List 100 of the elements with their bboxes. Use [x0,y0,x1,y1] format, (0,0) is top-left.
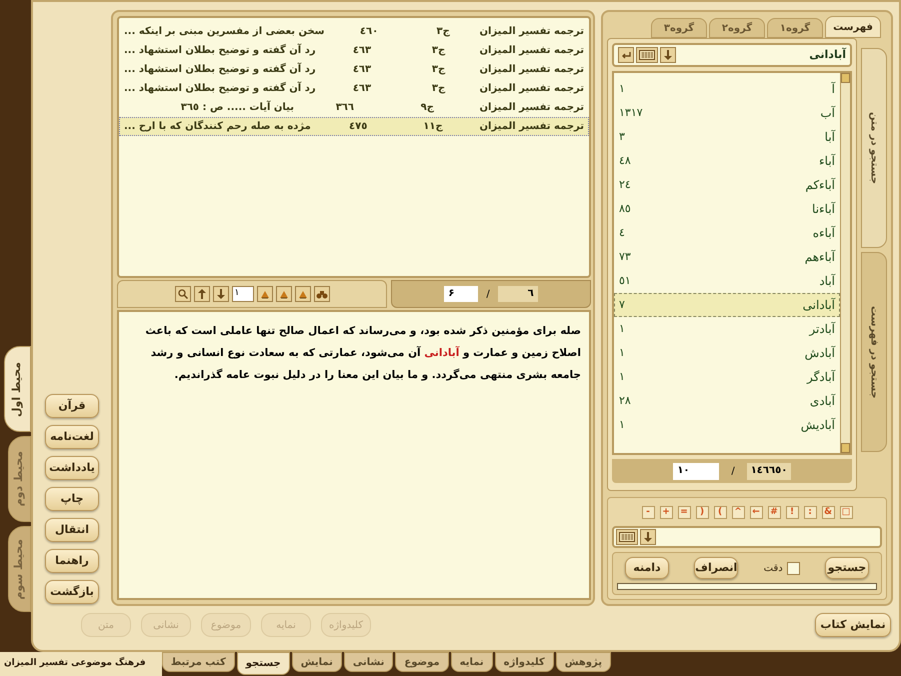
bottom-tab[interactable]: نشانی [344,652,394,672]
results-row[interactable]: ترجمه تفسیر المیزان ج٣ ٤٦٣ رد آن گفته و توضیح بطلان استشهاد ... [119,41,589,60]
index-count: ٢٤ [619,176,632,193]
bottom-tab[interactable]: کتب مرتبط [162,652,235,672]
bottom-tab[interactable]: نمایه [450,652,493,672]
list-item[interactable]: آباءکم ٢٤ [614,173,840,197]
dropdown-button[interactable] [660,47,676,63]
table-cell-text: ٣٦٦ [334,101,354,115]
operator-button[interactable]: □ [840,506,852,518]
results-row[interactable]: ترجمه تفسیر المیزان ج٣ ٤٦٣ رد آن گفته و توضیح بطلان استشهاد ... [119,60,589,79]
bottom-tab[interactable]: جستجو [236,652,290,675]
query-field[interactable] [612,526,882,548]
search-mode-tab[interactable]: جستجو در فهرست [861,252,887,452]
table-cell-text: ٤٦٣ [352,82,372,96]
list-item[interactable]: آبادگر ١ [614,365,840,389]
index-count: ١ [619,320,626,337]
show-book-button[interactable]: نمایش کتاب [815,613,891,637]
index-count: ١ [619,80,626,97]
search-mode-tab[interactable]: جستجو در متن [861,48,887,248]
highlight-button[interactable] [256,286,272,302]
list-item[interactable]: آباء ٤٨ [614,149,840,173]
side-button[interactable]: یادداشت [45,456,99,480]
keyboard-button[interactable] [636,47,658,63]
cancel-button[interactable]: انصراف [694,557,738,579]
list-item[interactable]: آبادی ٢٨ [614,389,840,413]
list-item[interactable]: آبادیش ١ [614,413,840,437]
list-item[interactable]: آباءه ٤ [614,221,840,245]
index-count: ٨٥ [619,200,632,217]
index-word: آب [819,104,835,122]
app-title: فرهنگ موضوعی تفسیر المیزان [4,657,146,670]
list-item[interactable]: آ ١ [614,77,840,101]
up-arrow-icon [198,289,206,299]
search-button[interactable]: جستجو [825,557,869,579]
results-row[interactable]: ترجمه تفسیر المیزان ج٣ ٤٦٣ رد آن گفته و توضیح بطلان استشهاد ... [119,79,589,98]
down-arrow-icon [664,50,672,60]
index-count: ١٣١٧ [619,104,644,121]
side-button[interactable]: لغت‌نامه [45,425,99,449]
index-tab[interactable]: گروه١ [767,18,823,38]
scope-button[interactable]: دامنه [625,557,669,579]
side-button[interactable]: راهنما [45,549,99,573]
page-field[interactable]: ١٠ [673,462,720,480]
up-button[interactable] [194,286,210,302]
list-item[interactable]: آبادش ١ [614,341,840,365]
results-row[interactable]: ترجمه تفسیر المیزان ج٣ ٤٦٠ سخن بعضی از مفسرین مبنی بر اینکه ... [119,22,589,41]
separator-slash: / [486,288,490,302]
index-count: ٣ [619,128,626,145]
list-item[interactable]: آب ١٣١٧ [614,101,840,125]
back-button[interactable] [618,47,634,63]
side-button[interactable]: قرآن [45,394,99,418]
index-count: ٧ [619,296,626,313]
scroll-thumb[interactable] [841,73,850,83]
highlight-button[interactable] [294,286,310,302]
search-icon [178,289,188,299]
entry-total: ١٤٦٦٥٠ [746,462,791,480]
index-count: ٢٨ [619,392,632,409]
bottom-tab[interactable]: موضوع [395,652,449,672]
index-word: آبادانی [802,296,835,314]
list-item[interactable]: آباءنا ٨٥ [614,197,840,221]
index-word: آبادتر [808,320,835,338]
results-row[interactable]: ترجمه تفسیر المیزان ج١١ ٤٧٥ مژده به صله رحم کنندگان که با ارح ... [119,117,589,136]
index-word: آباءکم [804,176,835,194]
bottom-tab[interactable]: کلیدواژه [494,652,554,672]
results-row[interactable]: ترجمه تفسیر المیزان ج٩ ٣٦٦ بیان آیات ..... ص : ٣٦٥ [119,98,589,117]
bottom-tab[interactable]: نمایش [292,652,342,672]
occurrence-field[interactable]: ١ [232,286,254,302]
dropdown-button[interactable] [640,529,656,545]
table-cell: رد آن گفته و توضیح بطلان استشهاد ... [124,81,316,96]
down-arrow-icon [644,532,652,542]
workspace-tab[interactable]: محیط اول [4,346,31,432]
list-item[interactable]: آباءهم ٧٣ [614,245,840,269]
list-item[interactable]: آباد ٥١ [614,269,840,293]
side-button[interactable]: بازگشت [45,580,99,604]
table-cell-text: ٤٦٣ [352,63,372,77]
side-button[interactable]: انتقال [45,518,99,542]
page-total: ٦ [498,286,538,302]
index-tab[interactable]: گروه٢ [709,18,765,38]
separator-slash: / [731,464,735,478]
highlight-button[interactable] [276,286,292,302]
list-item[interactable]: آبادتر ١ [614,317,840,341]
index-word: آباءنا [811,200,835,218]
page-field[interactable]: ۶ [444,286,478,302]
list-item[interactable]: آبا ٣ [614,125,840,149]
find-button[interactable] [314,286,330,302]
keyboard-button[interactable] [616,529,638,545]
index-count: ١ [619,344,626,361]
index-tab[interactable]: فهرست [825,16,881,38]
table-cell-text: ج١١ [422,120,443,134]
index-search-field[interactable]: آبادانی [612,43,852,67]
list-item[interactable]: آبادانی ٧ [614,293,840,317]
side-button[interactable]: چاپ [45,487,99,511]
bottom-tab[interactable]: پژوهش [556,652,611,672]
index-word: آباء [818,152,835,170]
table-cell-text: ج٩ [420,101,434,115]
down-button[interactable] [212,286,228,302]
table-cell-text: سخن بعضی از مفسرین مبنی بر اینکه ... [124,25,324,39]
scrollbar[interactable] [840,73,850,453]
precise-checkbox[interactable] [786,562,800,574]
index-tab[interactable]: گروه٣ [651,18,707,38]
search-button[interactable] [174,286,190,302]
table-cell-text: ٤٦٣ [352,44,372,58]
